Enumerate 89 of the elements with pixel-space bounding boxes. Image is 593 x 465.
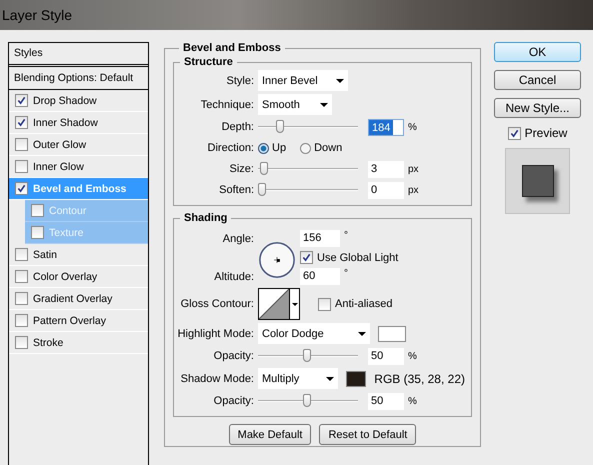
field-label: Soften: (218, 184, 254, 196)
style-dropdown[interactable]: Inner Bevel (258, 70, 348, 91)
slider-thumb[interactable] (303, 349, 311, 362)
radio-button[interactable] (300, 142, 312, 154)
field-label: Opacity: (212, 350, 254, 362)
checkbox[interactable] (15, 94, 28, 107)
field-label: Depth: (220, 121, 254, 133)
field-label: Size: (228, 163, 254, 175)
contour-curve-icon (259, 289, 290, 319)
caret-icon (292, 302, 298, 306)
checkbox[interactable] (15, 248, 28, 261)
slider-thumb[interactable] (276, 120, 284, 133)
caret-icon (326, 376, 334, 380)
slider-thumb[interactable] (260, 162, 268, 175)
technique-dropdown[interactable]: Smooth (258, 94, 332, 115)
radio-option[interactable]: Up (258, 142, 286, 154)
dialog-button[interactable]: Reset to Default (319, 424, 416, 445)
cancel-button[interactable]: Cancel (494, 70, 581, 90)
unit-label: % (408, 350, 417, 362)
field-label: Direction: (206, 142, 254, 154)
checkbox[interactable] (15, 270, 28, 283)
field-label: Opacity: (212, 395, 254, 407)
style-item[interactable]: Inner Shadow (9, 112, 148, 134)
slider-thumb[interactable] (303, 394, 311, 407)
style-item[interactable]: Color Overlay (9, 266, 148, 288)
blend-mode-dropdown[interactable]: Multiply (258, 368, 338, 389)
style-item[interactable]: Outer Glow (9, 134, 148, 156)
style-item[interactable]: Gradient Overlay (9, 288, 148, 310)
styles-header[interactable]: Styles (9, 43, 148, 67)
checkbox[interactable] (15, 292, 28, 305)
value-field[interactable]: 50 (368, 392, 404, 410)
checkbox[interactable] (300, 251, 313, 264)
radio-option[interactable]: Down (300, 142, 342, 154)
checkbox[interactable] (15, 116, 28, 129)
field-label: Angle: (222, 232, 254, 244)
checkbox[interactable] (15, 138, 28, 151)
field-label: Shadow Mode: (180, 372, 254, 384)
window-title: Layer Style (2, 7, 72, 23)
angle-field[interactable]: 156 (300, 230, 340, 247)
blending-options-item[interactable]: Blending Options: Default (9, 67, 148, 90)
unit-label: px (408, 184, 419, 196)
group-title: Shading (183, 212, 228, 224)
color-swatch[interactable] (378, 326, 406, 342)
style-item[interactable]: Pattern Overlay (9, 310, 148, 332)
section-title: Bevel and Emboss (182, 42, 282, 54)
field-label: Gloss Contour: (180, 298, 254, 310)
group-title: Structure (183, 56, 234, 68)
style-item[interactable]: Drop Shadow (9, 90, 148, 112)
field-label: Altitude: (213, 270, 254, 282)
value-field[interactable]: 3 (368, 160, 404, 178)
unit-label: % (408, 122, 417, 132)
style-item[interactable]: Satin (9, 244, 148, 266)
field-label: Style: (225, 74, 254, 86)
unit-label: px (408, 164, 419, 174)
checkbox-label: Anti-aliased (335, 298, 392, 310)
field-label: Technique: (200, 98, 254, 110)
dialog-button[interactable]: Make Default (228, 424, 312, 445)
slider-thumb[interactable] (258, 183, 266, 196)
checkbox[interactable] (15, 182, 28, 195)
value-field[interactable]: 184 (368, 118, 404, 136)
checkbox[interactable] (508, 126, 521, 140)
checkbox[interactable] (31, 204, 44, 217)
caret-icon (358, 332, 366, 336)
contour-picker[interactable] (258, 288, 300, 320)
field-label: Highlight Mode: (176, 328, 254, 340)
checkbox[interactable] (15, 314, 28, 327)
blend-mode-dropdown[interactable]: Color Dodge (258, 323, 370, 344)
checkbox[interactable] (15, 160, 28, 173)
checkbox-label: Use Global Light (317, 252, 398, 264)
caret-icon (320, 102, 328, 106)
color-swatch[interactable] (346, 370, 366, 386)
ok-button[interactable]: OK (494, 42, 581, 62)
caret-icon (336, 78, 344, 82)
radio-button[interactable] (258, 142, 269, 154)
checkbox[interactable] (318, 298, 331, 310)
value-field[interactable]: 50 (368, 348, 404, 364)
value-field[interactable]: 0 (368, 182, 404, 198)
style-item[interactable]: Stroke (9, 332, 148, 354)
new-style-button[interactable]: New Style... (494, 98, 581, 118)
unit-label: % (408, 396, 417, 406)
unit-label: ° (344, 268, 348, 279)
checkbox-label: Preview (524, 126, 568, 140)
checkbox[interactable] (15, 336, 28, 349)
altitude-field[interactable]: 60 (300, 268, 340, 285)
checkbox[interactable] (31, 226, 44, 239)
color-value-note: RGB (35, 28, 22) (374, 372, 465, 386)
unit-label: ° (344, 230, 348, 241)
preview-square (522, 165, 554, 197)
angle-dial[interactable] (258, 240, 296, 278)
